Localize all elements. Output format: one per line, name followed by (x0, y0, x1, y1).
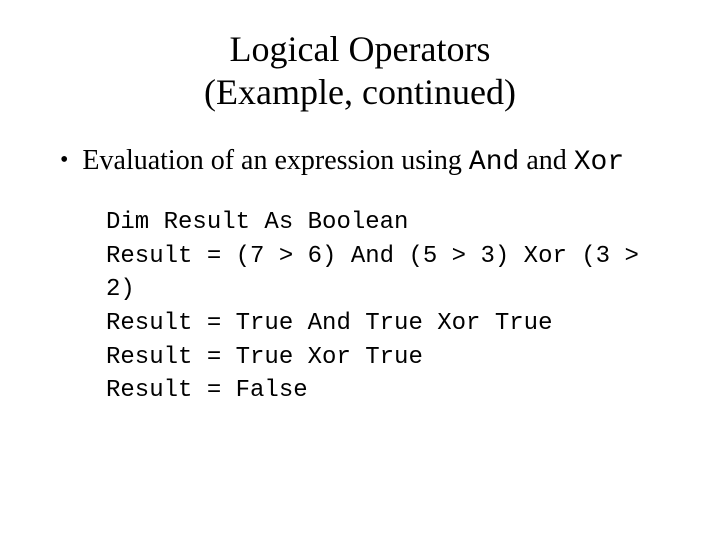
bullet-keyword-xor: Xor (574, 147, 624, 178)
bullet-item: • Evaluation of an expression using And … (60, 142, 670, 182)
code-block: Dim Result As Boolean Result = (7 > 6) A… (106, 206, 660, 408)
bullet-marker: • (60, 142, 68, 178)
code-line-3: Result = True And True Xor True (106, 310, 552, 337)
code-line-5: Result = False (106, 377, 308, 404)
slide: Logical Operators (Example, continued) •… (0, 0, 720, 540)
bullet-mid: and (519, 145, 573, 176)
code-line-4: Result = True Xor True (106, 344, 423, 371)
title-line-1: Logical Operators (230, 29, 491, 69)
bullet-pre: Evaluation of an expression using (82, 145, 468, 176)
title-line-2: (Example, continued) (204, 72, 516, 112)
code-line-2: Result = (7 > 6) And (5 > 3) Xor (3 > 2) (106, 243, 653, 304)
bullet-text: Evaluation of an expression using And an… (82, 142, 670, 182)
slide-title: Logical Operators (Example, continued) (50, 28, 670, 114)
code-line-1: Dim Result As Boolean (106, 209, 408, 236)
bullet-keyword-and: And (469, 147, 519, 178)
